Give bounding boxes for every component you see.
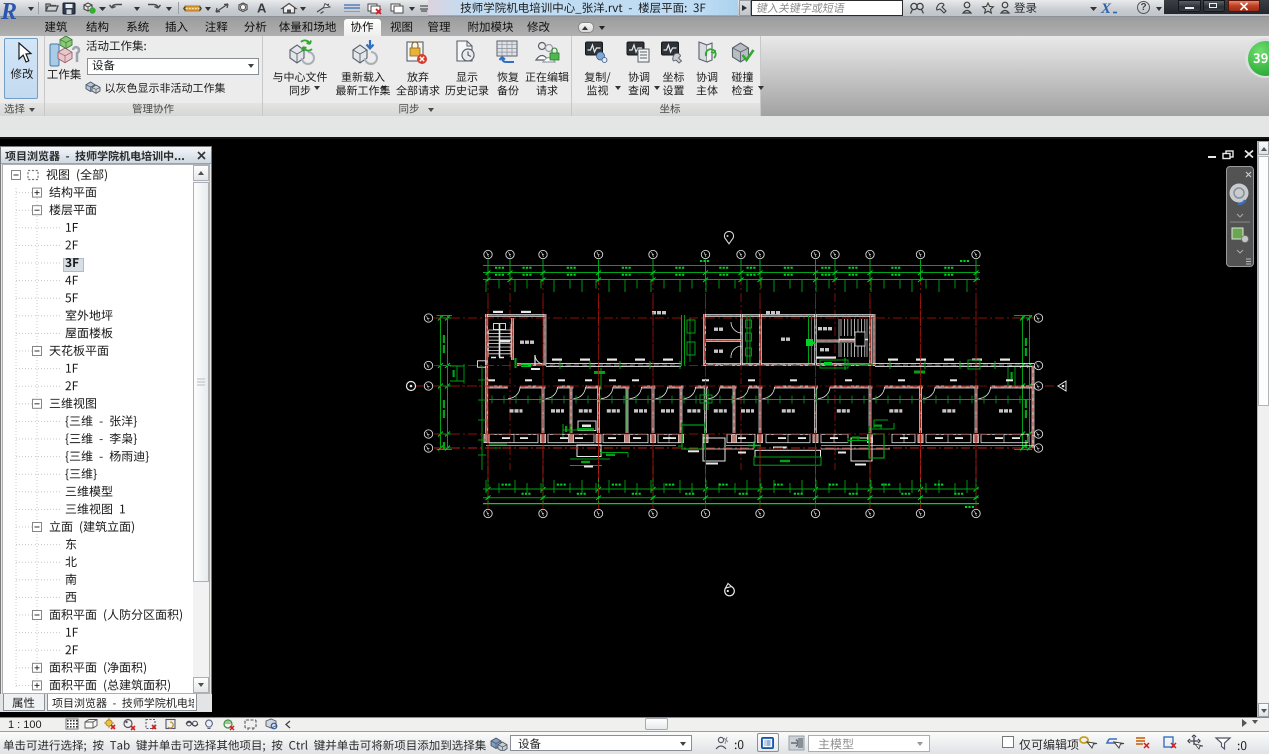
svg-text:R: R <box>0 0 17 22</box>
